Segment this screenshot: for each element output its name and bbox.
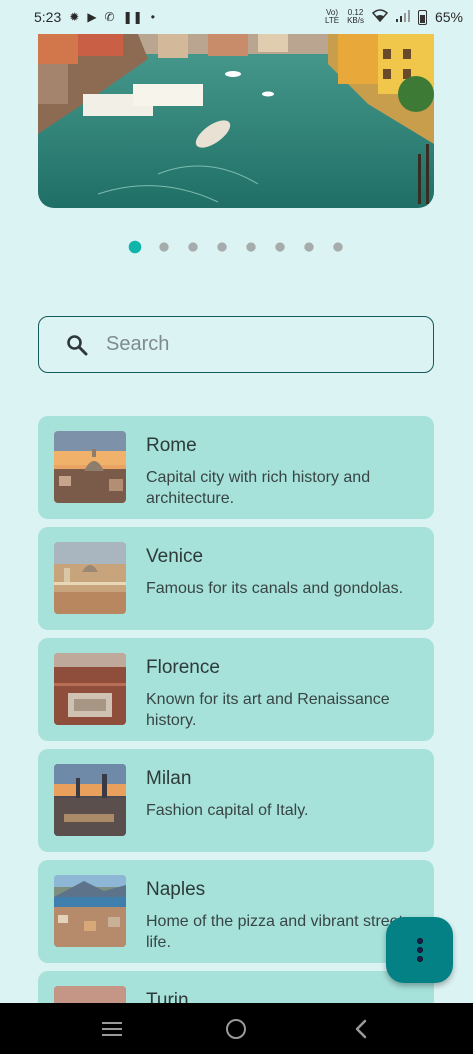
city-card-milan[interactable]: Milan Fashion capital of Italy.: [38, 749, 434, 852]
home-button[interactable]: [224, 1017, 248, 1041]
back-icon: [355, 1019, 367, 1038]
city-description: Known for its art and Renaissance histor…: [146, 691, 390, 729]
city-card-text: Venice Famous for its canals and gondola…: [146, 542, 426, 630]
city-card-rome[interactable]: Rome Capital city with rich history and …: [38, 416, 434, 519]
speed-unit: KB/s: [347, 16, 364, 25]
city-name: Florence: [146, 657, 220, 678]
city-card-text: Naples Home of the pizza and vibrant str…: [146, 875, 426, 963]
settings-icon: ✹: [69, 10, 80, 24]
status-bar: 5:23 ✹ ▶ ✆ ❚❚ • Vo) LTE 0.12 KB/s 65%: [0, 0, 473, 34]
florence-thumbnail: [54, 653, 126, 725]
phone-icon: ✆: [104, 10, 115, 24]
naples-thumbnail: [54, 875, 126, 947]
city-card-text: Rome Capital city with rich history and …: [146, 431, 426, 519]
city-name: Milan: [146, 768, 192, 789]
wifi-icon: [371, 9, 389, 25]
carousel-dot-8[interactable]: [333, 242, 343, 252]
youtube-icon: ▶: [87, 10, 97, 24]
carousel-dot-3[interactable]: [188, 242, 198, 252]
status-right: Vo) LTE 0.12 KB/s 65%: [325, 9, 463, 26]
search-input[interactable]: [106, 333, 406, 356]
notification-dot-icon: •: [150, 10, 155, 24]
carousel-dot-7[interactable]: [304, 242, 314, 252]
rome-thumbnail: [54, 431, 126, 503]
recents-icon: [102, 1021, 123, 1036]
city-card-florence[interactable]: Florence Known for its art and Renaissan…: [38, 638, 434, 741]
city-card-text: Turin: [146, 986, 426, 1003]
carousel-dot-5[interactable]: [246, 242, 256, 252]
volte-bottom: LTE: [324, 16, 340, 25]
city-name: Rome: [146, 435, 197, 456]
city-card-turin[interactable]: Turin: [38, 971, 434, 1003]
city-card-text: Milan Fashion capital of Italy.: [146, 764, 426, 852]
search-box[interactable]: [38, 316, 434, 373]
network-speed: 0.12 KB/s: [347, 9, 364, 25]
search-icon: [67, 334, 88, 355]
city-name: Naples: [146, 879, 206, 900]
status-left: 5:23 ✹ ▶ ✆ ❚❚ •: [34, 9, 155, 25]
more-options-fab[interactable]: [386, 917, 453, 983]
battery-icon: [417, 9, 427, 25]
milan-thumbnail: [54, 764, 126, 836]
carousel-indicator: [0, 240, 473, 254]
carousel-dot-1[interactable]: [128, 240, 142, 254]
carousel-dot-4[interactable]: [217, 242, 227, 252]
venice-canal-image: [38, 34, 434, 208]
status-time: 5:23: [34, 9, 62, 25]
city-name: Venice: [146, 546, 204, 567]
system-nav-bar: [0, 1003, 473, 1054]
recents-button[interactable]: [100, 1017, 124, 1041]
carousel-image[interactable]: [38, 34, 434, 208]
city-name: Turin: [146, 990, 189, 1003]
city-description: Home of the pizza and vibrant street lif…: [146, 913, 404, 951]
more-vertical-icon: [416, 947, 423, 953]
city-card-naples[interactable]: Naples Home of the pizza and vibrant str…: [38, 860, 434, 963]
battery-percent: 65%: [434, 9, 463, 25]
pause-icon: ❚❚: [122, 10, 143, 24]
city-description: Fashion capital of Italy.: [146, 802, 309, 819]
turin-thumbnail: [54, 986, 126, 1003]
home-icon: [226, 1018, 247, 1039]
city-description: Capital city with rich history and archi…: [146, 469, 371, 507]
more-vertical-icon: [416, 938, 423, 944]
back-button[interactable]: [349, 1017, 373, 1041]
city-card-venice[interactable]: Venice Famous for its canals and gondola…: [38, 527, 434, 630]
city-card-text: Florence Known for its art and Renaissan…: [146, 653, 426, 741]
volte-indicator: Vo) LTE: [325, 9, 339, 25]
more-vertical-icon: [416, 956, 423, 962]
city-description: Famous for its canals and gondolas.: [146, 580, 404, 597]
signal-icon: [395, 9, 410, 25]
venice-thumbnail: [54, 542, 126, 614]
carousel-dot-6[interactable]: [275, 242, 285, 252]
carousel-dot-2[interactable]: [159, 242, 169, 252]
city-list[interactable]: Rome Capital city with rich history and …: [38, 416, 434, 1003]
